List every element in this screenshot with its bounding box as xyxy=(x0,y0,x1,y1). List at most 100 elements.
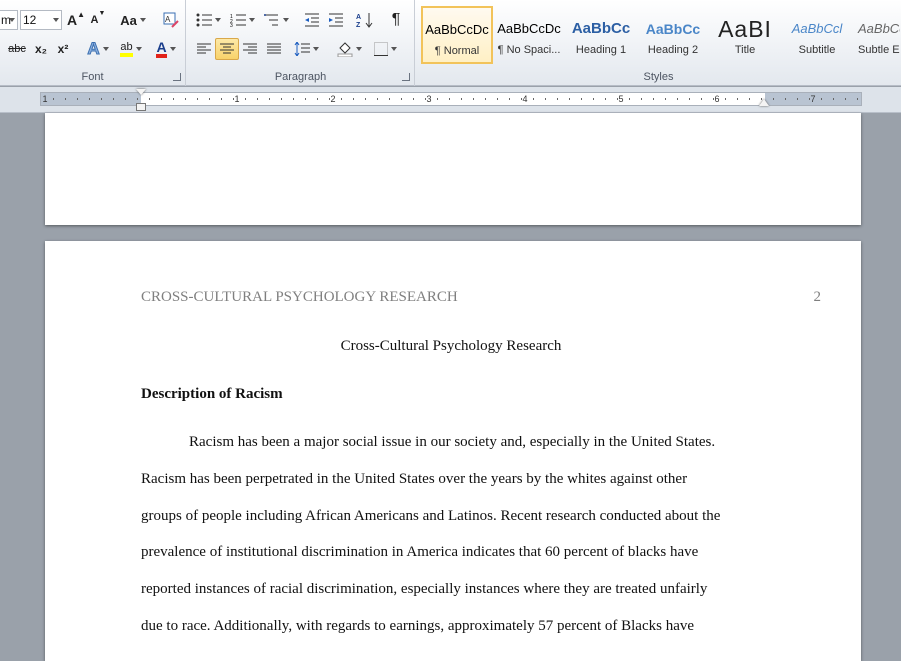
body-text-line: groups of people including African Ameri… xyxy=(141,508,721,524)
multilevel-list-button[interactable] xyxy=(261,9,291,31)
body-text-line: Racism has been perpetrated in the Unite… xyxy=(141,471,688,487)
change-case-button[interactable]: Aa xyxy=(118,9,148,31)
ruler-left-margin xyxy=(41,93,141,105)
ruler-tick xyxy=(269,98,270,100)
justify-icon xyxy=(267,43,281,54)
increase-indent-button[interactable] xyxy=(325,9,347,31)
right-indent-marker[interactable] xyxy=(759,99,769,106)
ruler-tick xyxy=(185,98,186,100)
font-group: m 12 A ▲ A ▼ Aa A abc x₂ x² A ab A Font xyxy=(0,0,186,86)
styles-group-label: Styles xyxy=(643,71,674,83)
borders-icon xyxy=(373,42,388,56)
decrease-indent-button[interactable] xyxy=(301,9,323,31)
strikethrough-button[interactable]: abc xyxy=(4,38,30,60)
clear-formatting-button[interactable]: A xyxy=(160,9,182,31)
ruler-tick xyxy=(653,98,654,100)
chevron-down-icon[interactable] xyxy=(53,18,59,22)
align-right-button[interactable] xyxy=(239,38,261,60)
ruler-tick xyxy=(317,98,318,100)
ruler-tick xyxy=(365,98,366,100)
sort-button[interactable]: AZ xyxy=(353,9,377,31)
styles-gallery: AaBbCcDc ¶ Normal AaBbCcDc ¶ No Spaci...… xyxy=(421,6,901,64)
page-number: 2 xyxy=(813,289,822,305)
ruler-tick xyxy=(569,98,570,100)
font-group-label: Font xyxy=(81,71,104,83)
paint-bucket-icon xyxy=(337,42,352,57)
style-subtitle[interactable]: AaBbCcl Subtitle xyxy=(781,6,853,64)
document-title: Cross-Cultural Psychology Research xyxy=(340,338,562,354)
ruler-tick xyxy=(389,98,390,100)
clear-formatting-icon: A xyxy=(163,12,179,28)
style-name: Heading 1 xyxy=(575,44,627,56)
change-case-icon: Aa xyxy=(120,12,137,28)
line-spacing-button[interactable] xyxy=(291,38,321,60)
style-no-spacing[interactable]: AaBbCcDc ¶ No Spaci... xyxy=(493,6,565,64)
ruler-tick xyxy=(497,98,498,100)
font-color-button[interactable]: A xyxy=(150,38,182,60)
ruler-tick xyxy=(305,98,306,100)
ruler-tick xyxy=(353,98,354,100)
ruler-tick xyxy=(173,98,174,100)
ruler-tick xyxy=(773,98,774,100)
grow-font-button[interactable]: A ▲ xyxy=(66,9,86,31)
ruler-tick xyxy=(845,98,846,100)
ruler-tick xyxy=(101,98,102,100)
horizontal-ruler[interactable]: 1 1 2 3 4 5 6 7 xyxy=(40,92,862,106)
document-page-2[interactable]: CROSS-CULTURAL PSYCHOLOGY RESEARCH 2 Cro… xyxy=(45,241,861,661)
ruler-tick xyxy=(509,98,510,100)
style-heading-2[interactable]: AaBbCc Heading 2 xyxy=(637,6,709,64)
sort-icon: AZ xyxy=(356,13,373,28)
shrink-font-button[interactable]: A ▼ xyxy=(88,9,108,31)
style-title[interactable]: AaBI Title xyxy=(709,6,781,64)
style-name: ¶ No Spaci... xyxy=(497,44,561,56)
ruler-tick xyxy=(89,98,90,100)
ruler-tick xyxy=(809,98,810,100)
show-marks-button[interactable]: ¶ xyxy=(385,9,407,31)
ruler-tick xyxy=(725,98,726,100)
bullets-button[interactable] xyxy=(193,9,223,31)
body-text-line: reported instances of racial discriminat… xyxy=(141,581,708,597)
ruler-tick xyxy=(137,98,138,100)
svg-text:A: A xyxy=(165,15,171,24)
increase-indent-icon xyxy=(329,13,343,27)
strikethrough-icon: abc xyxy=(8,43,26,55)
multilevel-list-icon xyxy=(263,14,278,26)
decrease-indent-icon xyxy=(305,13,319,27)
ruler-tick xyxy=(641,98,642,100)
style-normal[interactable]: AaBbCcDc ¶ Normal xyxy=(421,6,493,64)
font-name-combo[interactable]: m xyxy=(0,10,18,30)
font-dialog-launcher-icon[interactable] xyxy=(173,73,181,81)
text-effects-button[interactable]: A xyxy=(84,38,112,60)
ruler-tick xyxy=(53,98,54,100)
document-page-1[interactable] xyxy=(45,113,861,225)
text-effects-icon: A xyxy=(87,39,100,59)
align-center-button[interactable] xyxy=(215,38,239,60)
align-left-button[interactable] xyxy=(193,38,215,60)
ruler-tick xyxy=(341,98,342,100)
chevron-down-icon[interactable] xyxy=(9,18,15,22)
paragraph-group-label: Paragraph xyxy=(274,71,327,83)
ruler-tick xyxy=(281,98,282,100)
style-subtle-emphasis[interactable]: AaBbCc Subtle E xyxy=(853,6,901,64)
borders-button[interactable] xyxy=(369,38,401,60)
ruler-number: 4 xyxy=(522,94,528,104)
justify-button[interactable] xyxy=(263,38,285,60)
align-center-icon xyxy=(220,43,234,54)
numbering-button[interactable]: 123 xyxy=(227,9,257,31)
font-size-combo[interactable]: 12 xyxy=(20,10,62,30)
highlight-button[interactable]: ab xyxy=(114,38,148,60)
ruler-tick xyxy=(449,98,450,100)
style-heading-1[interactable]: AaBbCc Heading 1 xyxy=(565,6,637,64)
first-line-indent-marker[interactable] xyxy=(136,89,146,95)
ruler-tick xyxy=(401,98,402,100)
ruler-tick xyxy=(701,98,702,100)
style-sample: AaBbCcDc xyxy=(497,21,561,36)
ruler-number: 6 xyxy=(714,94,720,104)
ruler-tick xyxy=(437,98,438,100)
ruler-number: 5 xyxy=(618,94,624,104)
superscript-button[interactable]: x² xyxy=(52,38,74,60)
left-indent-marker[interactable] xyxy=(136,103,146,111)
shading-button[interactable] xyxy=(333,38,365,60)
paragraph-dialog-launcher-icon[interactable] xyxy=(402,73,410,81)
subscript-button[interactable]: x₂ xyxy=(30,38,52,60)
